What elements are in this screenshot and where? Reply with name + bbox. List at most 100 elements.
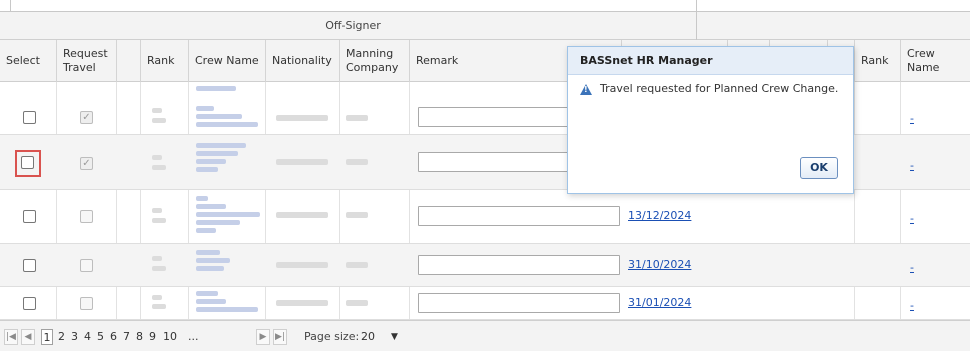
- select-checkbox[interactable]: [23, 111, 36, 124]
- remark-input[interactable]: [418, 293, 620, 313]
- blurred-rank: [152, 218, 166, 223]
- blurred-manning-company: [346, 262, 368, 268]
- group-divider: [696, 12, 697, 40]
- blurred-crew-name[interactable]: [196, 167, 218, 172]
- page-number-5[interactable]: 5: [97, 329, 104, 345]
- page-number-8[interactable]: 8: [136, 329, 143, 345]
- remark-input[interactable]: [418, 107, 578, 127]
- ok-button[interactable]: OK: [800, 157, 838, 179]
- grid-top-strip: [0, 0, 970, 12]
- blurred-manning-company: [346, 115, 368, 121]
- remark-input[interactable]: [418, 206, 620, 226]
- remark-input[interactable]: [418, 255, 620, 275]
- column-header-select[interactable]: Select: [0, 40, 56, 82]
- on-signer-crew-link[interactable]: -: [910, 159, 914, 172]
- page-size-label: Page size:: [304, 330, 360, 343]
- sign-off-date-link[interactable]: 31/01/2024: [628, 296, 691, 309]
- on-signer-crew-link[interactable]: -: [910, 212, 914, 225]
- blurred-crew-name[interactable]: [196, 250, 220, 255]
- chevron-down-icon[interactable]: ▼: [391, 329, 398, 345]
- blurred-rank: [152, 208, 162, 213]
- blurred-crew-name[interactable]: [196, 266, 224, 271]
- warning-icon: [580, 83, 592, 95]
- column-header-crew-name[interactable]: Crew Name: [188, 40, 265, 82]
- request-travel-checkbox: [80, 297, 93, 310]
- blurred-rank: [152, 295, 162, 300]
- page-number-3[interactable]: 3: [71, 329, 78, 345]
- select-checkbox[interactable]: [23, 297, 36, 310]
- request-travel-checkbox: [80, 259, 93, 272]
- blurred-crew-name[interactable]: [196, 228, 216, 233]
- blurred-rank: [152, 165, 166, 170]
- blurred-crew-name[interactable]: [196, 220, 240, 225]
- on-signer-crew-link[interactable]: -: [910, 112, 914, 125]
- blurred-crew-name[interactable]: [196, 204, 226, 209]
- blurred-crew-name[interactable]: [196, 151, 238, 156]
- blurred-crew-name[interactable]: [196, 212, 260, 217]
- blurred-crew-name[interactable]: [196, 106, 214, 111]
- blurred-nationality: [276, 212, 328, 218]
- page-number-9[interactable]: 9: [149, 329, 156, 345]
- blurred-crew-name[interactable]: [196, 86, 236, 91]
- request-travel-checkbox: ✓: [80, 157, 93, 170]
- request-travel-checkbox: [80, 210, 93, 223]
- page-number-2[interactable]: 2: [58, 329, 65, 345]
- select-checkbox[interactable]: [23, 210, 36, 223]
- page-more[interactable]: ...: [188, 329, 199, 345]
- on-signer-crew-link[interactable]: -: [910, 299, 914, 312]
- blurred-crew-name[interactable]: [196, 114, 242, 119]
- blurred-crew-name[interactable]: [196, 143, 246, 148]
- column-header-nationality[interactable]: Nationality: [265, 40, 339, 82]
- blurred-rank: [152, 155, 162, 160]
- remark-input[interactable]: [418, 152, 578, 172]
- next-page-icon[interactable]: ▶: [256, 329, 270, 345]
- sign-off-date-link[interactable]: 31/10/2024: [628, 258, 691, 271]
- blurred-crew-name[interactable]: [196, 299, 226, 304]
- off-signer-group-title: Off-Signer: [325, 19, 381, 32]
- first-page-icon[interactable]: |◀: [4, 329, 18, 345]
- column-header-manning-company[interactable]: Manning Company: [339, 40, 409, 82]
- blurred-rank: [152, 118, 166, 123]
- column-header-blank[interactable]: [116, 40, 140, 82]
- blurred-crew-name[interactable]: [196, 258, 230, 263]
- top-divider: [696, 0, 697, 12]
- blurred-crew-name[interactable]: [196, 159, 226, 164]
- column-header-crew-name-on-signer[interactable]: Crew Name: [900, 40, 970, 82]
- pagination-bar: |◀ ◀ 1 2 3 4 5 6 7 8 9 10 ... ▶ ▶| Page …: [0, 320, 970, 351]
- request-travel-checkbox: ✓: [80, 111, 93, 124]
- blurred-crew-name[interactable]: [196, 122, 258, 127]
- page-number-7[interactable]: 7: [123, 329, 130, 345]
- blurred-crew-name[interactable]: [196, 307, 258, 312]
- page-number-1[interactable]: 1: [41, 329, 53, 345]
- page-number-10[interactable]: 10: [163, 329, 177, 345]
- select-checkbox[interactable]: [21, 156, 34, 169]
- table-row: 31/01/2024 -: [0, 287, 970, 320]
- select-checkbox[interactable]: [23, 259, 36, 272]
- column-header-rank-on-signer[interactable]: Rank: [854, 40, 900, 82]
- blurred-nationality: [276, 159, 328, 165]
- table-row: 13/12/2024 -: [0, 190, 970, 244]
- column-header-request-travel[interactable]: Request Travel: [56, 40, 116, 82]
- blurred-nationality: [276, 262, 328, 268]
- blurred-rank: [152, 266, 166, 271]
- page-number-4[interactable]: 4: [84, 329, 91, 345]
- blurred-crew-name[interactable]: [196, 196, 208, 201]
- blurred-manning-company: [346, 159, 368, 165]
- sign-off-date-link[interactable]: 13/12/2024: [628, 209, 691, 222]
- table-row: 31/10/2024 -: [0, 244, 970, 287]
- blurred-crew-name[interactable]: [196, 291, 218, 296]
- dialog-message-text: Travel requested for Planned Crew Change…: [600, 82, 839, 95]
- page-size-select[interactable]: 20: [361, 329, 375, 345]
- page-number-6[interactable]: 6: [110, 329, 117, 345]
- dialog-title[interactable]: BASSnet HR Manager: [568, 47, 853, 75]
- blurred-nationality: [276, 115, 328, 121]
- last-page-icon[interactable]: ▶|: [273, 329, 287, 345]
- blurred-rank: [152, 256, 162, 261]
- blurred-rank: [152, 108, 162, 113]
- blurred-manning-company: [346, 212, 368, 218]
- prev-page-icon[interactable]: ◀: [21, 329, 35, 345]
- top-divider: [10, 0, 11, 12]
- on-signer-crew-link[interactable]: -: [910, 261, 914, 274]
- message-dialog: BASSnet HR Manager Travel requested for …: [567, 46, 854, 194]
- column-header-rank[interactable]: Rank: [140, 40, 188, 82]
